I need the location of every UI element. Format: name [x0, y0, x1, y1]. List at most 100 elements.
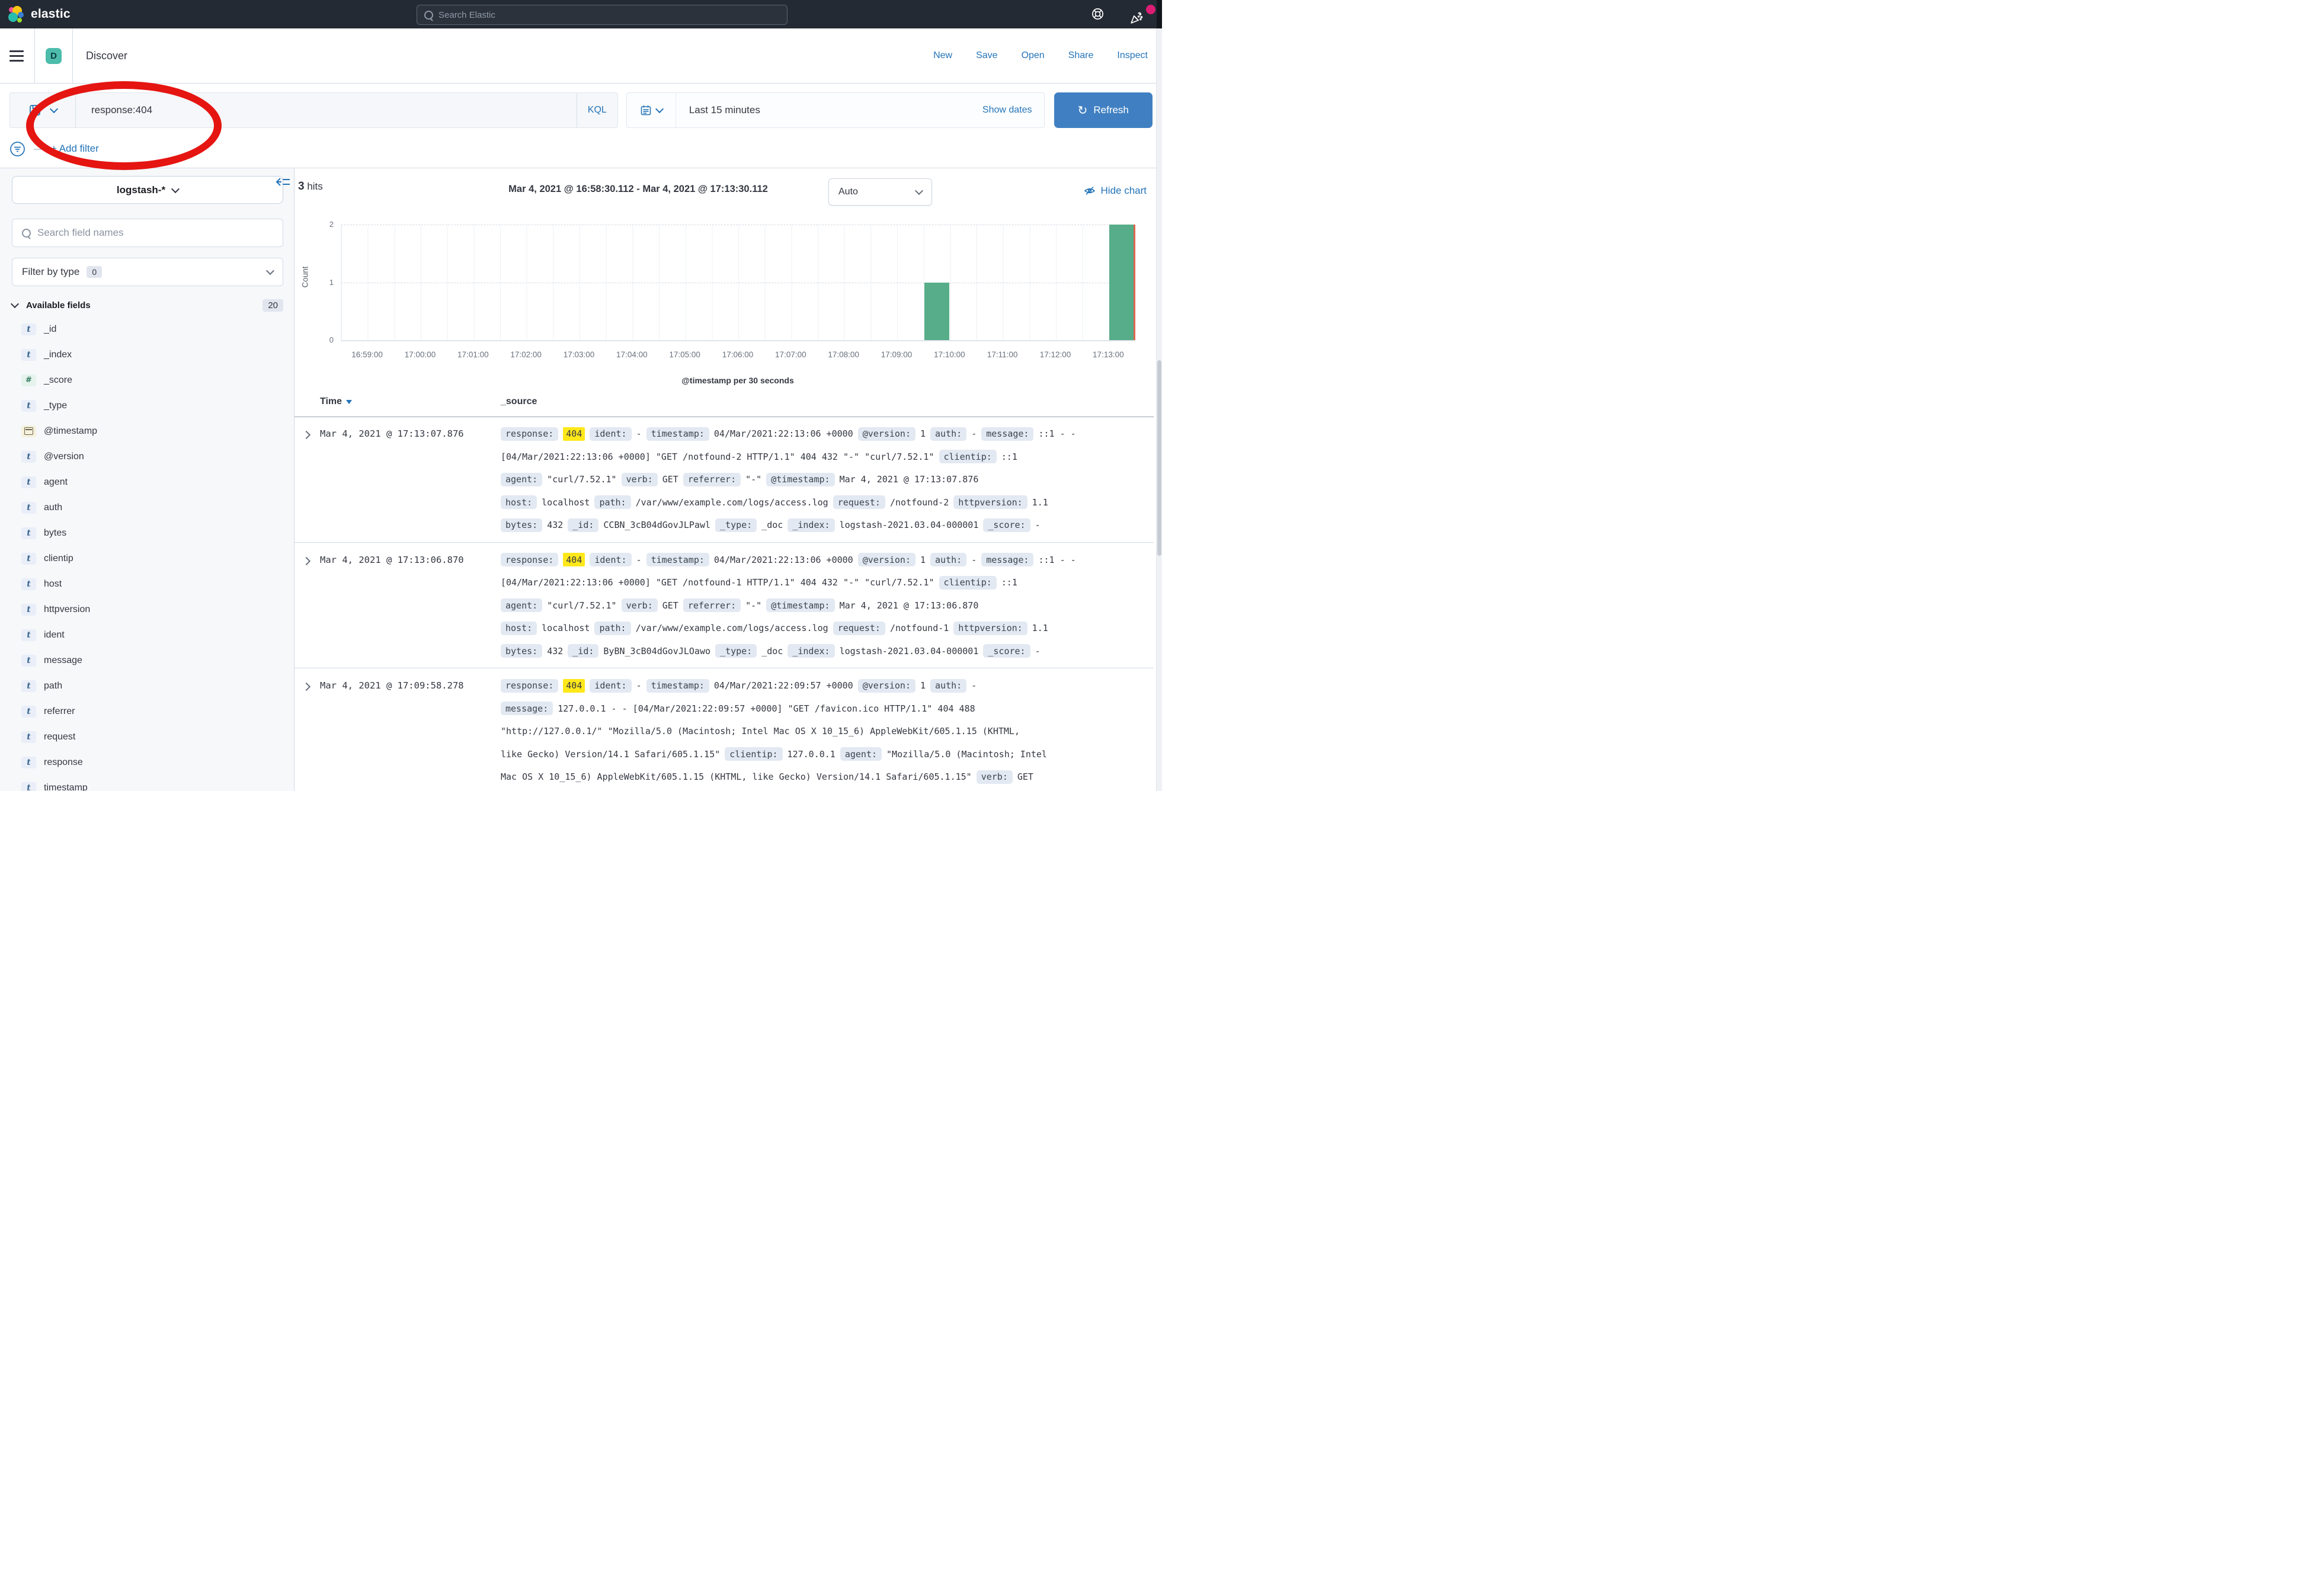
menu-button[interactable]	[0, 28, 34, 83]
global-search-input[interactable]: Search Elastic	[417, 5, 788, 25]
time-range-value[interactable]: Last 15 minutes	[676, 104, 760, 116]
field-item-_type[interactable]: t_type	[0, 393, 294, 418]
field-badge: httpversion:	[953, 622, 1027, 635]
content: logstash-* Search field names Filter by …	[0, 168, 1162, 791]
expand-row-icon[interactable]	[303, 556, 309, 567]
search-field-names-input[interactable]: Search field names	[12, 219, 283, 247]
source-line: host:localhostpath:/var/www/example.com/…	[501, 617, 1150, 640]
source-text: "Mozilla/5.0 (Macintosh; Intel	[886, 749, 1047, 760]
collapse-sidebar-icon[interactable]	[275, 175, 291, 190]
doc-row-2: Mar 4, 2021 @ 17:13:06.870 response:404id…	[294, 543, 1154, 669]
source-text: GET	[662, 600, 678, 611]
string-type-icon: t	[21, 451, 36, 463]
field-item-bytes[interactable]: tbytes	[0, 520, 294, 546]
hits-label: hits	[307, 181, 322, 192]
field-item-@version[interactable]: t @version	[0, 444, 294, 469]
field-item-host[interactable]: thost	[0, 571, 294, 597]
space-selector[interactable]: D	[35, 28, 72, 83]
action-new-link[interactable]: New	[933, 50, 952, 61]
field-item-clientip[interactable]: tclientip	[0, 546, 294, 571]
hide-chart-link[interactable]: Hide chart	[1084, 185, 1147, 197]
string-type-icon: t	[21, 553, 36, 565]
field-item-timestamp[interactable]: ttimestamp	[0, 775, 294, 791]
field-badge: bytes:	[501, 644, 542, 658]
field-item-referrer[interactable]: treferrer	[0, 699, 294, 724]
expand-row-icon[interactable]	[303, 430, 309, 441]
query-input[interactable]: response:404 KQL	[9, 92, 618, 128]
chevron-down-icon	[915, 187, 923, 195]
field-item-path[interactable]: tpath	[0, 673, 294, 699]
news-party-popper-icon[interactable]	[1129, 11, 1144, 25]
scrollbar-thumb[interactable]	[1157, 360, 1161, 556]
field-item-auth[interactable]: tauth	[0, 495, 294, 520]
string-type-icon: t	[21, 476, 36, 488]
brand-name: elastic	[31, 7, 71, 21]
field-badge: agent:	[840, 747, 882, 761]
source-text: -	[971, 680, 977, 691]
add-filter-link[interactable]: + Add filter	[51, 143, 99, 155]
field-item-_id[interactable]: t_id	[0, 316, 294, 342]
filter-icon[interactable]	[9, 141, 25, 157]
field-item-ident[interactable]: tident	[0, 622, 294, 648]
chevron-down-icon	[266, 267, 274, 275]
field-item-@timestamp[interactable]: @timestamp	[0, 418, 294, 444]
scrollbar-track[interactable]	[1156, 28, 1162, 791]
field-badge: clientip:	[725, 747, 782, 761]
field-badge: host:	[501, 622, 537, 635]
field-item-response[interactable]: tresponse	[0, 750, 294, 775]
histogram-bar-17:09:30[interactable]	[924, 283, 950, 341]
time-column-label: Time	[320, 396, 342, 407]
field-item-message[interactable]: tmessage	[0, 648, 294, 673]
source-line: response:404ident:-timestamp:04/Mar/2021…	[501, 549, 1150, 572]
field-badge: @version:	[858, 553, 915, 566]
saved-query-menu[interactable]	[10, 93, 76, 127]
source-text: 432	[547, 646, 563, 657]
filter-by-type-select[interactable]: Filter by type 0	[12, 258, 283, 286]
source-line: response:404ident:-timestamp:04/Mar/2021…	[501, 422, 1150, 446]
date-picker[interactable]: Last 15 minutes Show dates	[626, 92, 1045, 128]
row-timestamp: Mar 4, 2021 @ 17:13:06.870	[320, 555, 464, 565]
available-fields-header[interactable]: Available fields 20	[12, 297, 283, 313]
filter-type-count-badge: 0	[87, 266, 102, 278]
field-badge: path:	[594, 622, 630, 635]
histogram-bar-17:13:00[interactable]	[1109, 225, 1135, 340]
refresh-button[interactable]: ↻ Refresh	[1054, 92, 1153, 128]
elastic-brand[interactable]: elastic	[8, 6, 71, 23]
field-name: path	[44, 681, 62, 691]
field-item-agent[interactable]: tagent	[0, 469, 294, 495]
field-item-_index[interactable]: t_index	[0, 342, 294, 367]
field-badge: @version:	[858, 427, 915, 441]
field-item-httpversion[interactable]: thttpversion	[0, 597, 294, 622]
action-save-link[interactable]: Save	[976, 50, 997, 61]
string-type-icon: t	[21, 680, 36, 692]
column-time[interactable]: Time	[320, 396, 352, 407]
field-name: @timestamp	[44, 426, 97, 437]
help-lifebuoy-icon[interactable]	[1091, 7, 1105, 21]
field-badge: message:	[981, 553, 1033, 566]
scrollbar-gutter-dark	[1157, 0, 1162, 28]
global-header: elastic Search Elastic	[0, 0, 1162, 28]
action-open-link[interactable]: Open	[1022, 50, 1045, 61]
interval-select[interactable]: Auto	[828, 178, 932, 206]
date-quick-menu[interactable]	[627, 93, 676, 127]
field-name: @version	[44, 451, 84, 462]
hide-chart-label: Hide chart	[1101, 185, 1147, 197]
field-name: _score	[44, 375, 72, 386]
expand-row-icon[interactable]	[303, 682, 309, 693]
query-language-button[interactable]: KQL	[577, 93, 617, 127]
source-text: ::1	[1001, 451, 1017, 462]
query-text[interactable]: response:404	[76, 104, 577, 116]
field-badge: _type:	[715, 644, 757, 658]
field-item-_score[interactable]: #_score	[0, 367, 294, 393]
string-type-icon: t	[21, 400, 36, 412]
source-text: GET	[662, 474, 678, 485]
field-badge: _score:	[983, 644, 1030, 658]
index-pattern-select[interactable]: logstash-*	[12, 176, 283, 204]
field-item-request[interactable]: trequest	[0, 724, 294, 750]
action-share-link[interactable]: Share	[1068, 50, 1094, 61]
chevron-down-icon	[50, 105, 58, 113]
show-dates-link[interactable]: Show dates	[982, 105, 1044, 116]
source-line: "http://127.0.0.1/" "Mozilla/5.0 (Macint…	[501, 720, 1150, 743]
action-inspect-link[interactable]: Inspect	[1117, 50, 1148, 61]
source-line: response:404ident:-timestamp:04/Mar/2021…	[501, 674, 1150, 697]
